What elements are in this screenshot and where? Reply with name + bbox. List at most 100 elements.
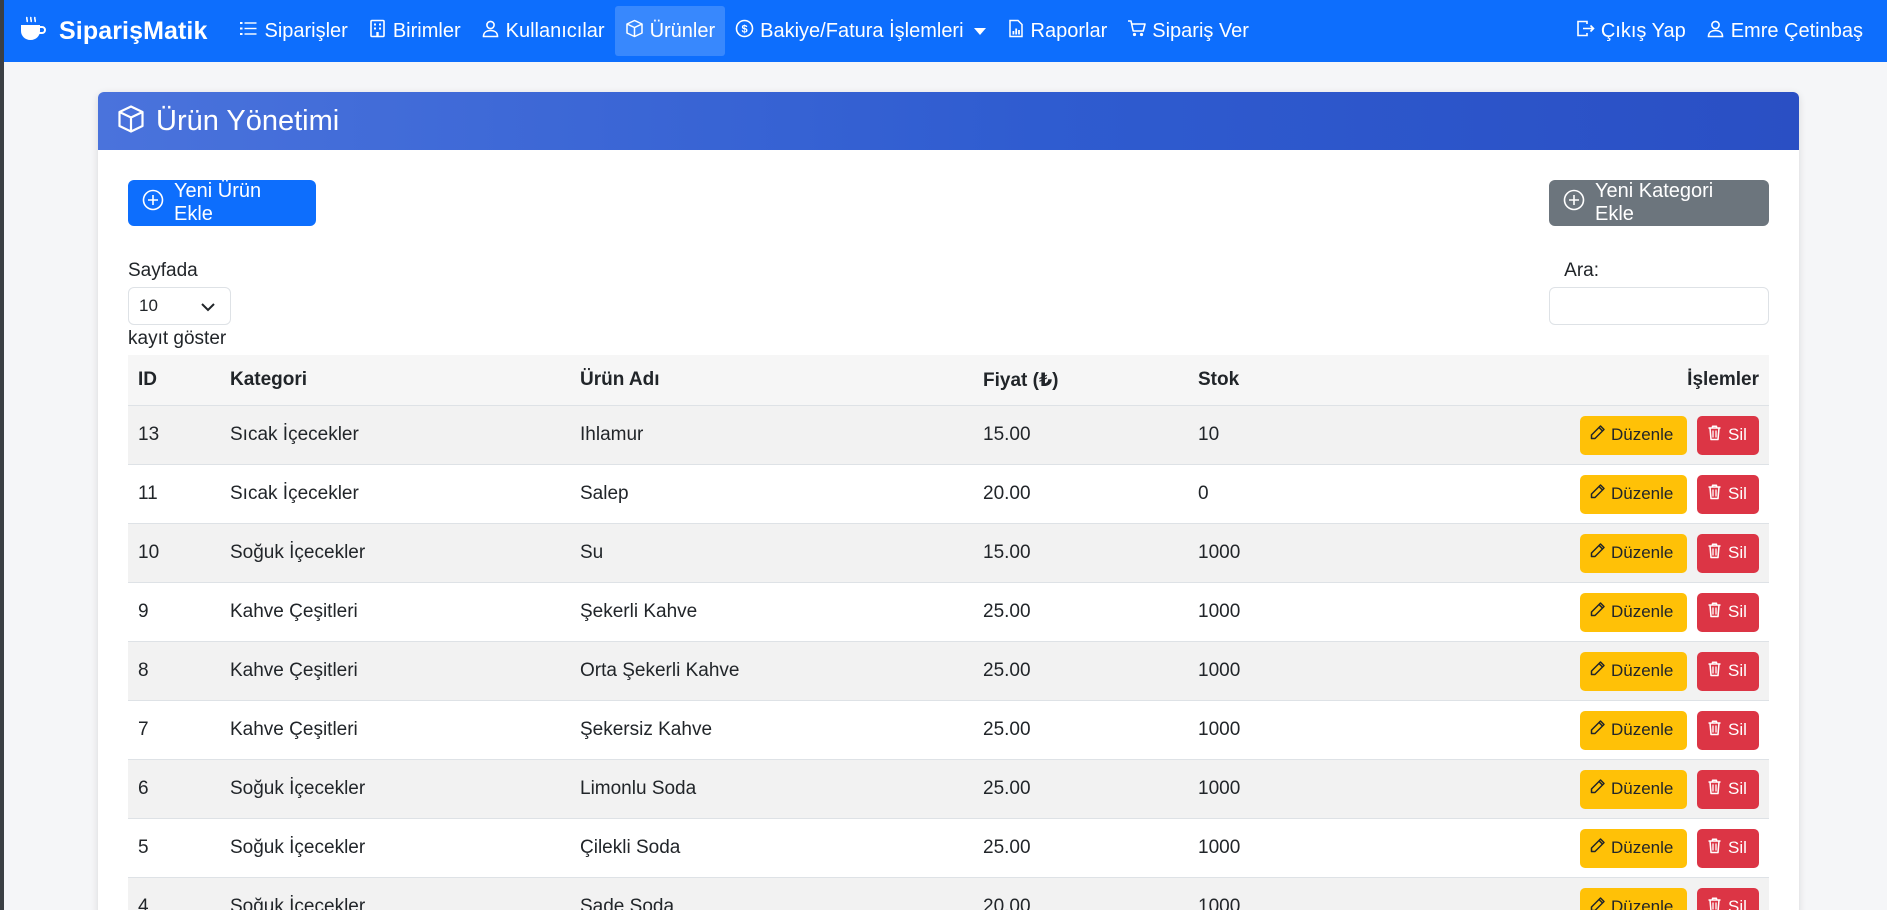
nav-item-urunler[interactable]: Ürünler [614,6,726,56]
pencil-icon [1589,601,1611,623]
edit-button[interactable]: Düzenle [1580,769,1687,809]
edit-label: Düzenle [1611,897,1674,910]
add-product-button[interactable]: Yeni Ürün Ekle [128,180,316,226]
add-category-button[interactable]: Yeni Kategori Ekle [1549,180,1769,226]
logout-link[interactable]: Çıkış Yap [1566,6,1696,56]
cell-stock: 1000 [1198,660,1241,681]
trash-icon [1706,660,1728,682]
cell-stock: 1000 [1198,837,1241,858]
delete-label: Sil [1728,425,1747,444]
pencil-icon [1589,483,1611,505]
table-row: 13 Sıcak İçecekler Ihlamur 15.00 10 Düzenle Si… [128,406,1769,465]
delete-label: Sil [1728,720,1747,739]
nav-label: Siparişler [264,19,348,42]
delete-button[interactable]: Sil [1697,887,1759,910]
delete-button[interactable]: Sil [1697,651,1759,691]
nav-label: Birimler [392,19,461,42]
cell-id: 5 [138,837,149,858]
edit-label: Düzenle [1611,543,1674,562]
column-header-actions: İşlemler [1687,369,1759,390]
cell-id: 10 [138,542,160,563]
add-product-label: Yeni Ürün Ekle [174,180,262,225]
list-icon [239,19,264,44]
pencil-icon [1589,778,1611,800]
cell-category: Soğuk İçecekler [230,896,366,910]
cell-product-name: Ihlamur [580,424,644,445]
search-input[interactable] [1549,287,1769,325]
cell-price: 25.00 [983,601,1031,622]
delete-button[interactable]: Sil [1697,415,1759,455]
top-navbar: SiparişMatik Siparişler Birimler Kullanı… [4,0,1887,62]
cell-stock: 10 [1198,424,1220,445]
edit-button[interactable]: Düzenle [1580,533,1687,573]
nav-item-kullanicilar[interactable]: Kullanıcılar [471,6,615,56]
cell-actions: Düzenle Sil [1388,533,1769,573]
edit-button[interactable]: Düzenle [1580,828,1687,868]
column-header-category[interactable]: Kategori [220,369,570,391]
delete-button[interactable]: Sil [1697,828,1759,868]
delete-label: Sil [1728,602,1747,621]
column-header-stock[interactable]: Stok [1188,369,1388,391]
nav-label: Sipariş Ver [1152,19,1249,42]
per-page-suffix: kayıt göster [128,328,227,349]
cell-product-name: Su [580,542,604,563]
nav-item-bakiye-fatura[interactable]: $ Bakiye/Fatura İşlemleri [725,6,995,56]
nav-label: Bakiye/Fatura İşlemleri [760,19,964,42]
cell-stock: 1000 [1198,896,1241,910]
cell-actions: Düzenle Sil [1388,769,1769,809]
edit-button[interactable]: Düzenle [1580,651,1687,691]
edit-button[interactable]: Düzenle [1580,710,1687,750]
table-row: 10 Soğuk İçecekler Su 15.00 1000 Düzenle Sil [128,524,1769,583]
cell-price: 20.00 [983,896,1031,910]
trash-icon [1706,483,1728,505]
column-header-product-name[interactable]: Ürün Adı [570,369,973,391]
nav-item-siparis-ver[interactable]: Sipariş Ver [1117,6,1259,56]
pencil-icon [1589,896,1611,910]
nav-label: Ürünler [649,19,716,42]
edit-button[interactable]: Düzenle [1580,415,1687,455]
per-page-select[interactable]: 10 [128,287,231,325]
column-header-price[interactable]: Fiyat (₺) [973,369,1188,392]
delete-button[interactable]: Sil [1697,533,1759,573]
nav-item-raporlar[interactable]: Raporlar [996,6,1118,56]
delete-button[interactable]: Sil [1697,710,1759,750]
brand[interactable]: SiparişMatik [18,15,207,48]
delete-label: Sil [1728,661,1747,680]
cell-category: Kahve Çeşitleri [230,719,358,740]
delete-label: Sil [1728,484,1747,503]
plus-circle-icon [1563,189,1595,217]
delete-button[interactable]: Sil [1697,592,1759,632]
page-title: Ürün Yönetimi [156,104,340,137]
cell-product-name: Orta Şekerli Kahve [580,660,740,681]
delete-button[interactable]: Sil [1697,474,1759,514]
person-icon [1706,19,1731,44]
svg-text:$: $ [742,23,748,35]
cell-price: 15.00 [983,424,1031,445]
table-body: 13 Sıcak İçecekler Ihlamur 15.00 10 Düzenle Si… [128,406,1769,910]
cell-actions: Düzenle Sil [1388,651,1769,691]
trash-icon [1706,601,1728,623]
cell-stock: 1000 [1198,778,1241,799]
cell-id: 11 [138,483,158,504]
cell-id: 6 [138,778,149,799]
window-edge [0,0,4,910]
cell-category: Sıcak İçecekler [230,424,359,445]
edit-button[interactable]: Düzenle [1580,592,1687,632]
edit-button[interactable]: Düzenle [1580,474,1687,514]
trash-icon [1706,896,1728,910]
table-row: 5 Soğuk İçecekler Çilekli Soda 25.00 1000 Düz… [128,819,1769,878]
delete-button[interactable]: Sil [1697,769,1759,809]
trash-icon [1706,719,1728,741]
cell-product-name: Salep [580,483,629,504]
edit-label: Düzenle [1611,720,1674,739]
building-icon [368,19,393,44]
trash-icon [1706,424,1728,446]
edit-button[interactable]: Düzenle [1580,887,1687,910]
nav-item-siparisler[interactable]: Siparişler [229,6,357,56]
logout-label: Çıkış Yap [1600,19,1686,42]
nav-item-birimler[interactable]: Birimler [358,6,471,56]
cell-product-name: Limonlu Soda [580,778,697,799]
user-menu[interactable]: Emre Çetinbaş [1696,6,1873,56]
column-header-id[interactable]: ID [128,369,220,391]
edit-label: Düzenle [1611,484,1674,503]
